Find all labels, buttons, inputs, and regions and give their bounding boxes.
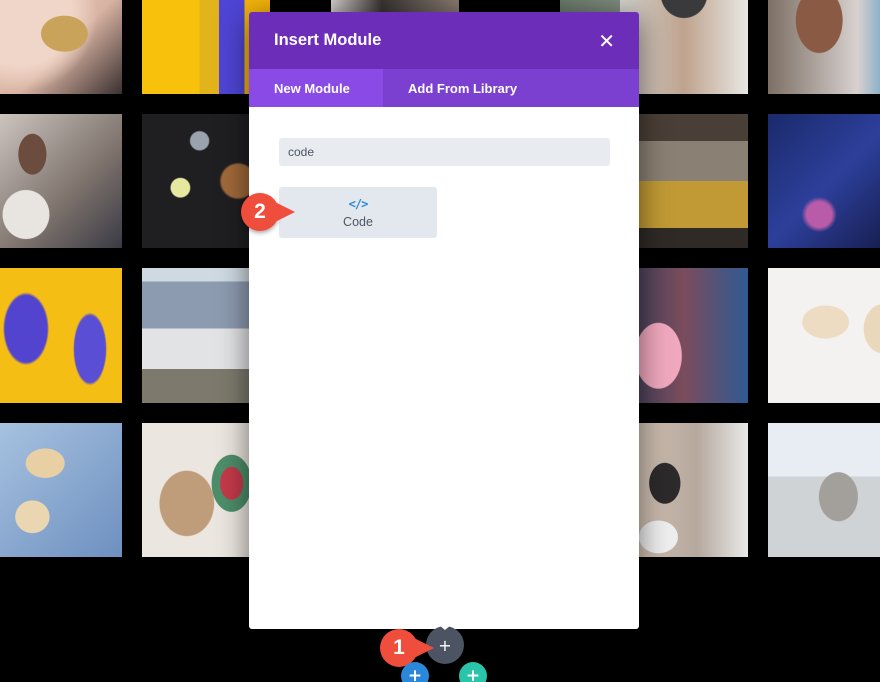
callout-number: 2 [254, 200, 266, 223]
gallery-image [768, 0, 880, 94]
insert-module-modal: Insert Module ✕ New Module Add From Libr… [249, 12, 639, 629]
gallery-image [0, 114, 122, 248]
tab-new-module[interactable]: New Module [249, 69, 383, 107]
add-row-button[interactable]: + [401, 662, 429, 682]
step-callout-2: 2 [241, 193, 279, 231]
gallery-image [768, 268, 880, 403]
code-module-button[interactable]: </> Code [279, 187, 437, 238]
gallery-image [0, 0, 122, 94]
modal-title: Insert Module [274, 31, 382, 49]
gallery-image [620, 268, 748, 403]
plus-icon: + [465, 666, 481, 682]
gallery-image [620, 114, 748, 248]
gallery-image [768, 423, 880, 557]
gallery-image [620, 423, 748, 557]
plus-icon: + [438, 635, 452, 655]
tab-add-from-library[interactable]: Add From Library [383, 69, 542, 107]
plus-icon: + [407, 666, 423, 682]
gallery-image [0, 423, 122, 557]
modal-body: </> Code [249, 107, 639, 238]
gallery-image [620, 0, 748, 94]
code-module-label: Code [343, 214, 373, 229]
module-results: </> Code [279, 187, 610, 238]
code-icon: </> [348, 196, 369, 211]
close-icon[interactable]: ✕ [598, 31, 615, 51]
gallery-image [0, 268, 122, 403]
add-section-button[interactable]: + [459, 662, 487, 682]
callout-number: 1 [393, 636, 405, 659]
modal-tabs: New Module Add From Library [249, 69, 639, 107]
gallery-image [768, 114, 880, 248]
modal-header: Insert Module ✕ [249, 12, 639, 69]
module-search-input[interactable] [279, 138, 610, 166]
